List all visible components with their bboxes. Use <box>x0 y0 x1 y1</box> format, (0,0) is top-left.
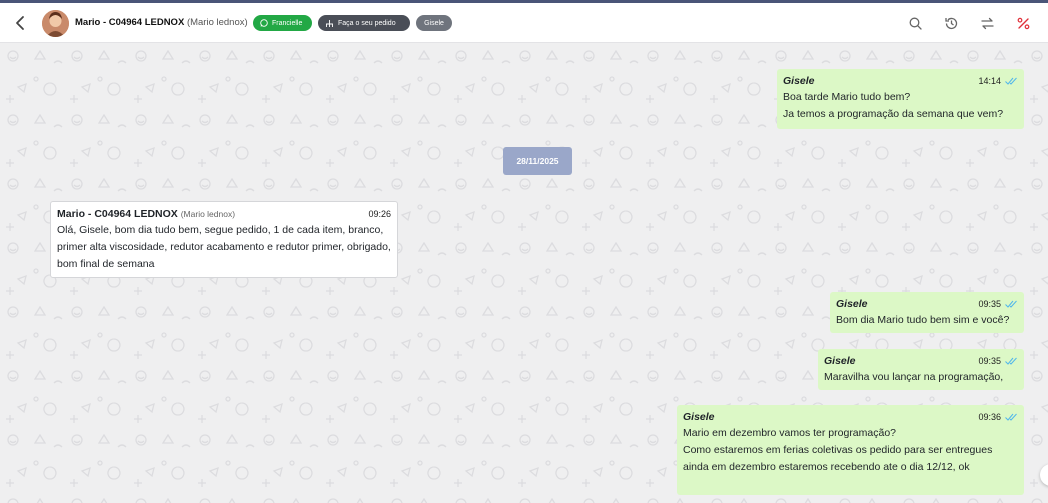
message-author-name: Mario - C04964 LEDNOX <box>57 207 178 220</box>
message-time: 09:36 <box>978 411 1001 422</box>
agent-tag-label: Gisele <box>424 19 444 27</box>
message-line: Maravilha vou lançar na programação, <box>824 371 1004 383</box>
message-time: 14:14 <box>978 75 1001 86</box>
avatar[interactable] <box>42 10 69 37</box>
whatsapp-tag-label: Francielle <box>272 19 303 27</box>
flow-icon <box>326 19 333 27</box>
message-outgoing[interactable]: Gisele 09:35 Maravilha vou lançar na pro… <box>818 349 1024 390</box>
message-author: Gisele <box>783 74 815 87</box>
queue-tag-label: Faça o seu pedido <box>338 19 396 27</box>
contact-name[interactable]: Mario - C04964 LEDNOX (Mario lednox) <box>75 17 248 28</box>
message-text: Olá, Gisele, bom dia tudo bem, segue ped… <box>57 224 391 270</box>
date-separator: 28/11/2025 <box>503 147 572 175</box>
message-line: Ja temos a programação da semana que vem… <box>783 108 1004 120</box>
read-ticks-icon <box>1005 300 1017 308</box>
read-ticks-icon <box>1005 77 1017 85</box>
contact-subname: (Mario lednox) <box>186 17 248 28</box>
message-author: Gisele <box>836 297 868 310</box>
message-author: Gisele <box>683 410 715 423</box>
read-ticks-icon <box>1005 357 1017 365</box>
chat-header: Mario - C04964 LEDNOX (Mario lednox) Fra… <box>0 3 1048 43</box>
message-line: Boa tarde Mario tudo bem? <box>783 91 911 103</box>
back-arrow-icon[interactable] <box>12 14 30 32</box>
whatsapp-connection-tag[interactable]: Francielle <box>253 15 312 31</box>
search-icon[interactable] <box>908 16 923 31</box>
message-author: Gisele <box>824 354 856 367</box>
agent-tag[interactable]: Gisele <box>416 15 452 31</box>
message-time: 09:26 <box>368 208 391 219</box>
message-outgoing[interactable]: Gisele 09:36 Mario em dezembro vamos ter… <box>677 405 1024 495</box>
message-line: Mario em dezembro vamos ter programação? <box>683 427 897 439</box>
queue-tag[interactable]: Faça o seu pedido <box>318 15 410 31</box>
message-author-sub: (Mario lednox) <box>180 208 236 219</box>
message-author: Mario - C04964 LEDNOX (Mario lednox) <box>57 206 235 223</box>
message-outgoing[interactable]: Gisele 14:14 Boa tarde Mario tudo bem? J… <box>777 69 1024 129</box>
message-outgoing[interactable]: Gisele 09:35 Bom dia Mario tudo bem sim … <box>830 292 1024 333</box>
transfer-icon[interactable] <box>980 16 995 31</box>
close-ticket-icon[interactable] <box>1016 16 1031 31</box>
message-time: 09:35 <box>978 298 1001 309</box>
read-ticks-icon <box>1005 413 1017 421</box>
message-line: Como estaremos em ferias coletivas os pe… <box>683 444 993 473</box>
message-incoming[interactable]: Mario - C04964 LEDNOX (Mario lednox) 09:… <box>50 201 398 278</box>
message-list[interactable]: Gisele 14:14 Boa tarde Mario tudo bem? J… <box>0 43 1048 503</box>
message-line: Bom dia Mario tudo bem sim e você? <box>836 314 1010 326</box>
scroll-to-bottom-button[interactable] <box>1040 464 1048 486</box>
whatsapp-icon <box>260 19 268 27</box>
history-icon[interactable] <box>944 16 959 31</box>
message-time: 09:35 <box>978 355 1001 366</box>
contact-name-text: Mario - C04964 LEDNOX <box>75 17 185 28</box>
